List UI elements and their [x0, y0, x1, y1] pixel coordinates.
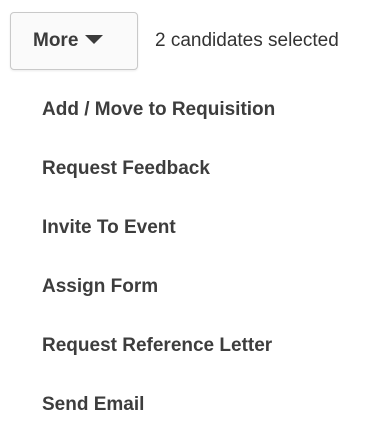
more-button[interactable]: More — [10, 12, 138, 70]
menu-item-send-email[interactable]: Send Email — [10, 375, 355, 434]
more-actions-menu: Add / Move to Requisition Request Feedba… — [10, 80, 355, 434]
caret-down-icon — [85, 34, 104, 44]
menu-item-invite-to-event[interactable]: Invite To Event — [10, 198, 355, 257]
menu-item-request-feedback[interactable]: Request Feedback — [10, 139, 355, 198]
menu-item-add-move-to-requisition[interactable]: Add / Move to Requisition — [10, 80, 355, 139]
toolbar: More 2 candidates selected — [0, 0, 365, 84]
more-label: More — [33, 30, 79, 51]
menu-item-assign-form[interactable]: Assign Form — [10, 257, 355, 316]
menu-item-request-reference-letter[interactable]: Request Reference Letter — [10, 316, 355, 375]
selection-status: 2 candidates selected — [155, 30, 339, 51]
